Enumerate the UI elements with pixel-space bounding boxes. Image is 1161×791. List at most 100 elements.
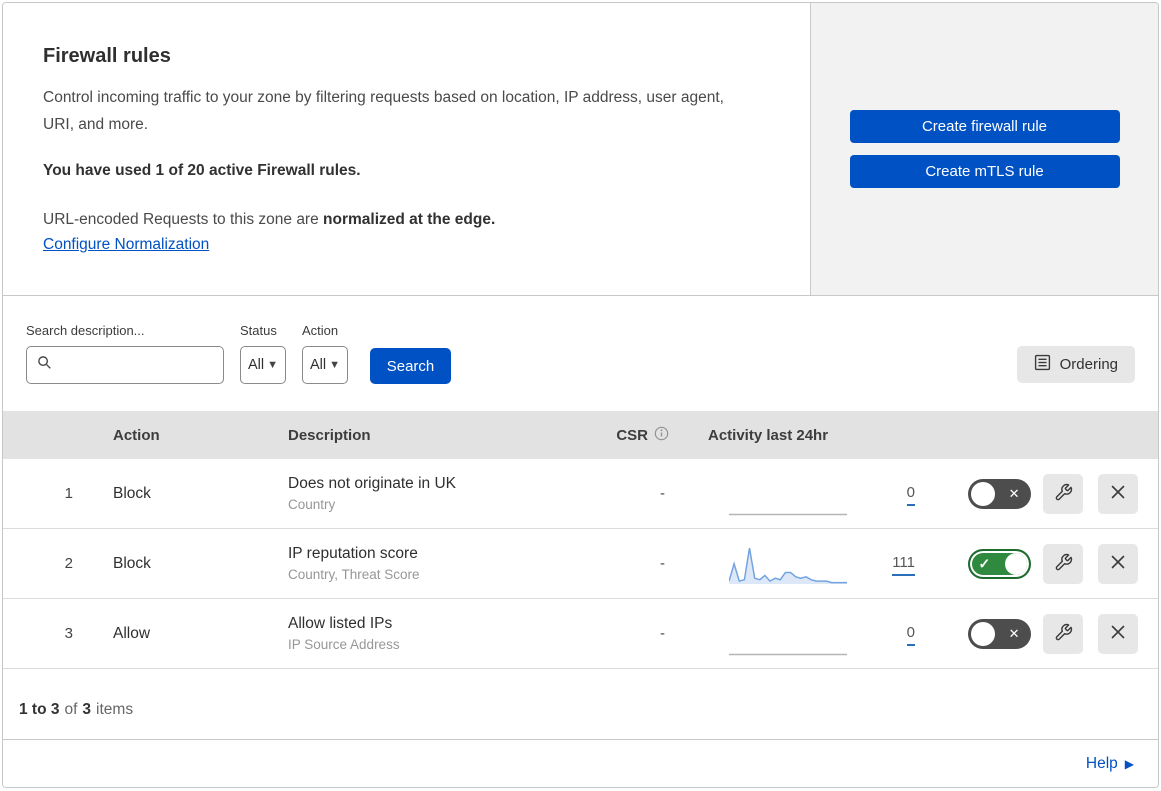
rule-csr-value: - xyxy=(660,555,665,572)
rule-activity-cell: 0 xyxy=(703,459,933,528)
pagination-bar: 1 to 3 of 3 items xyxy=(3,669,1158,739)
pagination-of: of xyxy=(64,701,78,718)
ordering-list-icon xyxy=(1034,354,1051,375)
rule-enabled-toggle[interactable]: ✕ xyxy=(967,478,1031,509)
delete-rule-button[interactable] xyxy=(1098,613,1138,654)
delete-rule-button[interactable] xyxy=(1098,543,1138,584)
rule-activity-cell: 111 xyxy=(703,529,933,598)
edit-rule-button[interactable] xyxy=(1043,543,1083,584)
rule-toggle-cell: ✓ xyxy=(933,548,1043,579)
toggle-on-check-icon: ✓ xyxy=(978,555,991,571)
status-dropdown[interactable]: All ▼ xyxy=(240,346,286,384)
rule-enabled-toggle[interactable]: ✕ xyxy=(967,618,1031,649)
rule-description-cell: Allow listed IPs IP Source Address xyxy=(263,615,593,652)
rule-fields: Country, Threat Score xyxy=(288,567,420,582)
ordering-button-label: Ordering xyxy=(1059,356,1118,373)
rule-csr-value: - xyxy=(660,625,665,642)
search-icon xyxy=(37,355,52,375)
filter-bar: Search description... Status All ▼ Actio… xyxy=(3,296,1158,411)
delete-rule-button[interactable] xyxy=(1098,473,1138,514)
normalization-bold: normalized at the edge. xyxy=(323,211,496,229)
toggle-off-x-icon: ✕ xyxy=(1008,485,1020,501)
activity-count-link[interactable]: 0 xyxy=(906,624,915,646)
action-dropdown[interactable]: All ▼ xyxy=(302,346,348,384)
wrench-icon xyxy=(1054,483,1073,505)
rule-fields: Country xyxy=(288,497,336,512)
activity-count-link[interactable]: 111 xyxy=(892,554,915,576)
status-filter-group: Status All ▼ xyxy=(240,323,286,384)
rule-toggle-cell: ✕ xyxy=(933,618,1043,649)
create-mtls-rule-button[interactable]: Create mTLS rule xyxy=(849,155,1120,188)
search-input-wrapper xyxy=(26,346,224,384)
rule-action: Block xyxy=(113,484,151,502)
column-header-description: Description xyxy=(288,426,371,444)
usage-notice: You have used 1 of 20 active Firewall ru… xyxy=(43,162,361,180)
edit-rule-button[interactable] xyxy=(1043,473,1083,514)
csr-header-label: CSR xyxy=(616,426,648,444)
action-dropdown-value: All xyxy=(309,357,327,373)
hero-text-block: Firewall rules Control incoming traffic … xyxy=(3,3,811,295)
rule-priority: 2 xyxy=(64,555,73,572)
activity-count-link[interactable]: 0 xyxy=(906,484,915,506)
rule-description: Allow listed IPs xyxy=(288,615,393,632)
toggle-knob xyxy=(970,481,995,506)
normalization-prefix: URL-encoded Requests to this zone are xyxy=(43,211,324,229)
toggle-knob xyxy=(970,621,995,646)
close-icon xyxy=(1109,623,1127,644)
arrow-right-icon: ▶ xyxy=(1124,756,1134,771)
rule-description-cell: IP reputation score Country, Threat Scor… xyxy=(263,545,593,582)
edit-rule-button[interactable] xyxy=(1043,613,1083,654)
action-filter-group: Action All ▼ xyxy=(302,323,348,384)
rule-priority: 1 xyxy=(64,485,73,502)
pagination-items: items xyxy=(96,701,134,718)
configure-normalization-link[interactable]: Configure Normalization xyxy=(43,236,209,253)
toggle-off-x-icon: ✕ xyxy=(1008,625,1020,641)
rule-enabled-toggle[interactable]: ✓ xyxy=(967,548,1031,579)
wrench-icon xyxy=(1054,553,1073,575)
table-row: 3 Allow Allow listed IPs IP Source Addre… xyxy=(3,599,1158,669)
chevron-down-icon: ▼ xyxy=(329,359,340,371)
table-row: 1 Block Does not originate in UK Country… xyxy=(3,459,1158,529)
column-header-action: Action xyxy=(113,426,160,444)
hero-actions-panel: Create firewall rule Create mTLS rule xyxy=(811,3,1158,295)
chevron-down-icon: ▼ xyxy=(267,359,278,371)
page-description: Control incoming traffic to your zone by… xyxy=(43,89,724,134)
rule-fields: IP Source Address xyxy=(288,637,400,652)
info-icon[interactable] xyxy=(654,426,669,445)
help-link-label: Help xyxy=(1085,754,1118,772)
rule-description-cell: Does not originate in UK Country xyxy=(263,475,593,512)
rule-action: Allow xyxy=(113,624,151,642)
pagination-range: 1 to 3 xyxy=(19,701,60,718)
pagination-total: 3 xyxy=(82,701,92,718)
table-row: 2 Block IP reputation score Country, Thr… xyxy=(3,529,1158,599)
rule-description: Does not originate in UK xyxy=(288,475,457,492)
action-label: Action xyxy=(302,323,339,338)
rule-activity-cell: 0 xyxy=(703,599,933,668)
activity-sparkline-chart xyxy=(729,614,847,656)
search-label: Search description... xyxy=(26,323,145,338)
help-link[interactable]: Help ▶ xyxy=(1086,755,1134,773)
hero-section: Firewall rules Control incoming traffic … xyxy=(3,3,1158,296)
search-button[interactable]: Search xyxy=(370,348,451,384)
activity-sparkline-chart xyxy=(729,474,847,516)
column-header-activity: Activity last 24hr xyxy=(708,426,829,444)
close-icon xyxy=(1109,553,1127,574)
column-header-csr: CSR xyxy=(593,426,703,445)
pagination-summary: 1 to 3 of 3 items xyxy=(19,701,133,719)
rule-csr-value: - xyxy=(660,485,665,502)
status-label: Status xyxy=(240,323,277,338)
normalization-text: URL-encoded Requests to this zone are no… xyxy=(43,211,770,229)
search-field-group: Search description... xyxy=(26,323,224,384)
wrench-icon xyxy=(1054,623,1073,645)
rule-action: Block xyxy=(113,554,151,572)
create-firewall-rule-button[interactable]: Create firewall rule xyxy=(849,110,1120,143)
help-bar: Help ▶ xyxy=(3,739,1158,787)
activity-sparkline-chart xyxy=(728,544,847,586)
search-input[interactable] xyxy=(60,356,213,374)
firewall-rules-panel: Firewall rules Control incoming traffic … xyxy=(2,2,1159,788)
rule-priority: 3 xyxy=(64,625,73,642)
table-header: Action Description CSR Activity last 24h… xyxy=(3,411,1158,459)
rule-toggle-cell: ✕ xyxy=(933,478,1043,509)
ordering-button[interactable]: Ordering xyxy=(1016,346,1135,383)
toggle-knob xyxy=(1004,552,1027,575)
